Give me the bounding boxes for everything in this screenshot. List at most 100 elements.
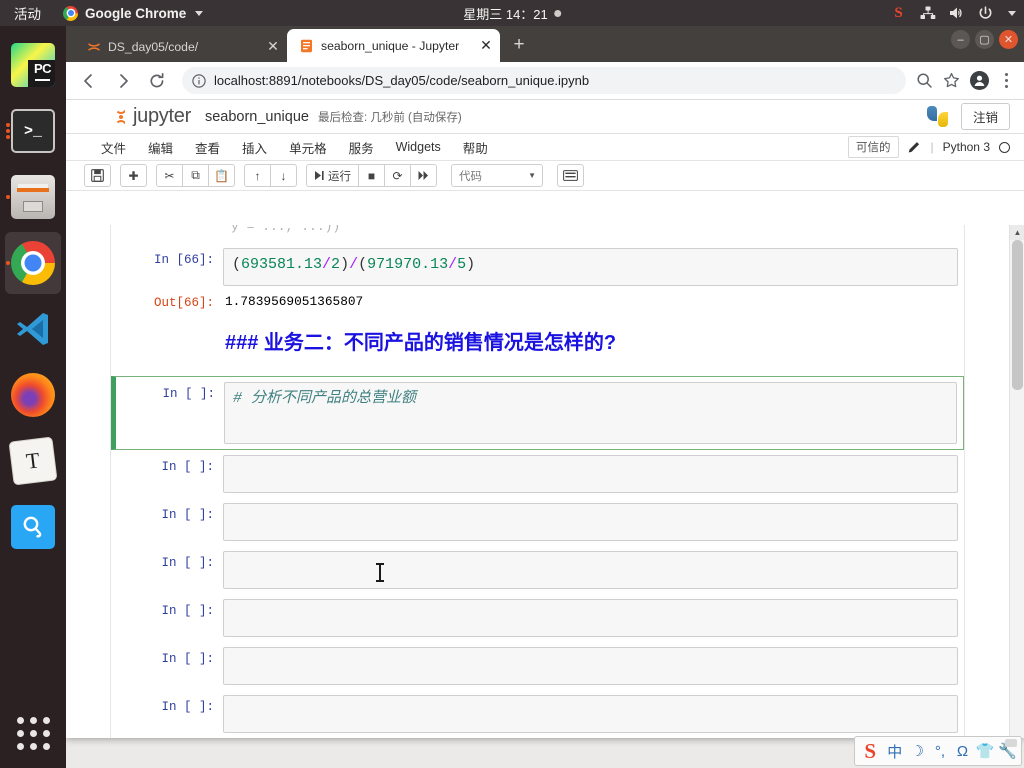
code-cell-66[interactable]: In [66]: (693581.13/2)/(971970.13/5) xyxy=(111,243,964,291)
minimize-button[interactable]: – xyxy=(951,30,970,49)
code-token: 693581.13 xyxy=(241,256,323,273)
cell-input-editor[interactable] xyxy=(223,599,958,637)
info-icon[interactable] xyxy=(192,73,206,88)
sogou-logo-icon[interactable]: S xyxy=(858,739,883,764)
code-token: / xyxy=(322,256,332,273)
markdown-cell-heading[interactable]: ### 业务二：不同产品的销售情况是怎样的? xyxy=(111,317,964,372)
close-window-button[interactable]: ✕ xyxy=(999,30,1018,49)
profile-avatar[interactable] xyxy=(969,71,989,90)
code-cell-empty[interactable]: In [ ]: xyxy=(111,690,964,738)
notebook-container: y = ..., ...)) In [66]: (693581.13/2)/(9… xyxy=(66,225,1024,738)
dock-item-search-app[interactable] xyxy=(5,496,61,558)
code-cell-empty[interactable]: In [ ]: xyxy=(111,498,964,546)
jupyter-logo[interactable]: jupyter xyxy=(112,105,191,128)
cell-output-66: Out[66]: 1.7839569051365807 xyxy=(111,291,964,317)
move-cell-down-button[interactable]: ↓ xyxy=(270,164,297,187)
trust-status-badge[interactable]: 可信的 xyxy=(848,136,899,158)
menu-insert[interactable]: 插入 xyxy=(231,134,278,161)
dock-item-text-editor[interactable]: T xyxy=(5,430,61,492)
scroll-up-icon[interactable]: ▲ xyxy=(1010,225,1024,240)
paste-button[interactable]: 📋 xyxy=(208,164,235,187)
show-applications-button[interactable] xyxy=(16,717,50,750)
browser-tab-seaborn-unique[interactable]: seaborn_unique - Jupyter ✕ xyxy=(287,29,500,62)
code-token: / xyxy=(448,256,458,273)
code-cell-empty[interactable]: In [ ]: xyxy=(111,594,964,642)
chrome-menu-icon[interactable] xyxy=(999,73,1014,88)
cell-type-select[interactable]: 代码 ▼ xyxy=(451,164,543,187)
dock-item-firefox[interactable] xyxy=(5,364,61,426)
activities-button[interactable]: 活动 xyxy=(0,3,53,23)
code-token: ( xyxy=(358,256,368,273)
move-cell-up-button[interactable]: ↑ xyxy=(244,164,271,187)
dock-item-pycharm[interactable]: PC xyxy=(5,34,61,96)
insert-cell-below-button[interactable]: ✚ xyxy=(120,164,147,187)
network-icon[interactable] xyxy=(920,6,936,20)
punctuation-icon[interactable]: °, xyxy=(930,739,951,764)
dock-item-files[interactable] xyxy=(5,166,61,228)
moon-icon[interactable]: ☽ xyxy=(907,739,928,764)
restart-run-all-button[interactable] xyxy=(410,164,437,187)
cell-input-editor[interactable] xyxy=(223,647,958,685)
save-button[interactable] xyxy=(84,164,111,187)
menu-kernel[interactable]: 服务 xyxy=(338,134,385,161)
cell-input-editor[interactable] xyxy=(223,551,958,589)
code-cell-selected[interactable]: In [ ]: # 分析不同产品的总营业额 xyxy=(111,376,964,450)
skin-icon[interactable]: 👕 xyxy=(975,739,996,764)
code-cell-empty[interactable]: In [ ]: xyxy=(111,450,964,498)
sogou-tray-icon[interactable]: S xyxy=(890,4,907,22)
menu-view[interactable]: 查看 xyxy=(184,134,231,161)
power-icon[interactable] xyxy=(978,5,993,21)
volume-icon[interactable] xyxy=(949,6,965,20)
cell-input-editor-active[interactable]: # 分析不同产品的总营业额 xyxy=(224,382,957,444)
copy-button[interactable]: ⧉ xyxy=(182,164,209,187)
chinese-mode-icon[interactable]: 中 xyxy=(885,739,906,764)
kernel-name-label[interactable]: Python 3 xyxy=(943,140,990,154)
logout-button[interactable]: 注销 xyxy=(960,103,1010,130)
cut-button[interactable]: ✂ xyxy=(156,164,183,187)
header-actions: 注销 xyxy=(926,103,1010,130)
bookmark-star-icon[interactable] xyxy=(943,72,960,89)
menu-cell[interactable]: 单元格 xyxy=(278,134,338,161)
output-value: 1.7839569051365807 xyxy=(225,294,364,309)
dock-item-google-chrome[interactable] xyxy=(5,232,61,294)
app-menu-chrome[interactable]: Google Chrome xyxy=(63,5,204,21)
dock-item-terminal[interactable]: >_ xyxy=(5,100,61,162)
close-icon[interactable]: ✕ xyxy=(265,38,281,55)
menu-file[interactable]: 文件 xyxy=(90,134,137,161)
browser-tab-ds-day05[interactable]: DS_day05/code/ ✕ xyxy=(74,31,287,62)
notebook-name[interactable]: seaborn_unique xyxy=(205,109,309,125)
scrollbar-thumb[interactable] xyxy=(1012,240,1023,390)
address-bar[interactable]: localhost:8891/notebooks/DS_day05/code/s… xyxy=(182,67,906,94)
reload-icon[interactable] xyxy=(142,66,172,96)
cell-prompt: In [ ]: xyxy=(161,652,214,666)
menu-help[interactable]: 帮助 xyxy=(452,134,499,161)
toolbar-group-insert: ✚ xyxy=(120,164,147,187)
restart-kernel-button[interactable]: ⟳ xyxy=(384,164,411,187)
menu-edit[interactable]: 编辑 xyxy=(137,134,184,161)
maximize-button[interactable]: ▢ xyxy=(975,30,994,49)
search-icon[interactable] xyxy=(916,72,933,89)
back-icon[interactable] xyxy=(74,66,104,96)
close-icon[interactable]: ✕ xyxy=(478,37,494,54)
run-cell-button[interactable]: 运行 xyxy=(306,164,359,187)
vertical-scrollbar[interactable]: ▲ xyxy=(1009,225,1024,738)
code-token: 971970.13 xyxy=(367,256,449,273)
interrupt-kernel-button[interactable]: ■ xyxy=(358,164,385,187)
drag-handle[interactable] xyxy=(1005,739,1017,747)
cell-input-editor[interactable] xyxy=(223,503,958,541)
cell-input-editor[interactable]: (693581.13/2)/(971970.13/5) xyxy=(223,248,958,286)
notebook-scroll-region[interactable]: y = ..., ...)) In [66]: (693581.13/2)/(9… xyxy=(66,225,1009,738)
forward-icon[interactable] xyxy=(108,66,138,96)
dock-item-vscode[interactable] xyxy=(5,298,61,360)
clock[interactable]: 星期三 14：21 xyxy=(463,4,561,23)
code-cell-empty[interactable]: In [ ]: xyxy=(111,642,964,690)
command-palette-button[interactable] xyxy=(557,164,584,187)
symbol-icon[interactable]: Ω xyxy=(952,739,973,764)
code-cell-empty[interactable]: In [ ]: xyxy=(111,546,964,594)
divider: | xyxy=(930,140,934,154)
menu-widgets[interactable]: Widgets xyxy=(385,136,452,158)
cell-input-editor[interactable] xyxy=(223,455,958,493)
system-menu-chevron-icon[interactable] xyxy=(1008,10,1016,16)
new-tab-button[interactable]: + xyxy=(506,33,532,59)
cell-input-editor[interactable] xyxy=(223,695,958,733)
